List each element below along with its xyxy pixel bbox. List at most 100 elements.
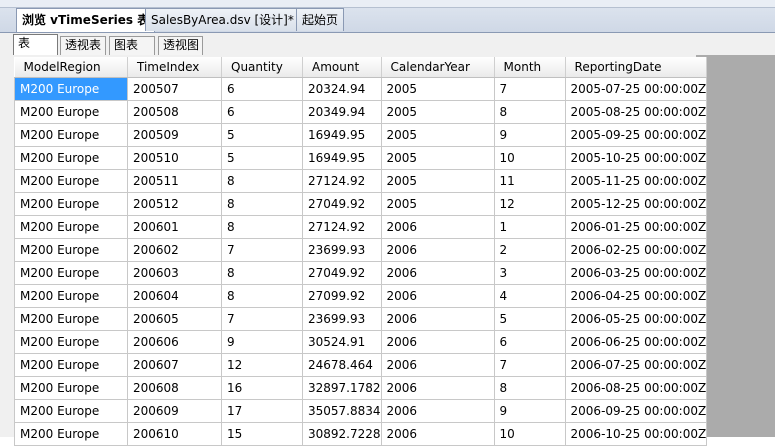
grid-cell-quantity[interactable]: 7 [221,307,303,331]
grid-cell-month[interactable]: 10 [494,146,566,170]
grid-cell-modelregion[interactable]: M200 Europe [14,353,128,377]
grid-cell-calendaryear[interactable]: 2005 [381,146,495,170]
grid-cell-month[interactable]: 9 [494,399,566,423]
grid-cell-reportingdate[interactable]: 2006-02-25 00:00:00Z [565,238,708,262]
grid-cell-calendaryear[interactable]: 2005 [381,192,495,216]
grid-cell-calendaryear[interactable]: 2006 [381,307,495,331]
tab-salesbyarea-dsv[interactable]: SalesByArea.dsv [设计]* [145,8,300,31]
grid-cell-timeindex[interactable]: 200608 [127,376,222,400]
grid-cell-modelregion[interactable]: M200 Europe [14,215,128,239]
tab-table[interactable]: 表 [13,34,58,56]
grid-cell-month[interactable]: 10 [494,422,566,446]
grid-cell-calendaryear[interactable]: 2006 [381,376,495,400]
grid-cell-quantity[interactable]: 17 [221,399,303,423]
table-row[interactable]: M200 Europe 200507 6 20324.94 2005 7 2005-07-2… [14,77,708,101]
grid-cell-timeindex[interactable]: 200607 [127,353,222,377]
table-row[interactable]: M200 Europe 200508 6 20349.94 2005 8 2005-08-2… [14,100,708,124]
grid-cell-timeindex[interactable]: 200510 [127,146,222,170]
grid-cell-amount[interactable]: 30892.7228 [302,422,382,446]
grid-cell-calendaryear[interactable]: 2006 [381,353,495,377]
grid-cell-amount[interactable]: 23699.93 [302,307,382,331]
grid-cell-month[interactable]: 4 [494,284,566,308]
grid-cell-reportingdate[interactable]: 2006-07-25 00:00:00Z [565,353,708,377]
grid-cell-amount[interactable]: 35057.8834 [302,399,382,423]
grid-cell-modelregion[interactable]: M200 Europe [14,284,128,308]
column-header-timeindex[interactable]: TimeIndex [127,57,222,78]
grid-cell-reportingdate[interactable]: 2006-08-25 00:00:00Z [565,376,708,400]
table-row[interactable]: M200 Europe 200602 7 23699.93 2006 2 2006-02-2… [14,238,708,262]
table-row[interactable]: M200 Europe 200607 12 24678.464 2006 7 2006-07… [14,353,708,377]
table-row[interactable]: M200 Europe 200512 8 27049.92 2005 12 2005-12-… [14,192,708,216]
grid-cell-quantity[interactable]: 8 [221,215,303,239]
grid-cell-timeindex[interactable]: 200509 [127,123,222,147]
grid-cell-reportingdate[interactable]: 2005-12-25 00:00:00Z [565,192,708,216]
grid-cell-month[interactable]: 8 [494,376,566,400]
tab-pivot-chart[interactable]: 透视图 [158,36,203,55]
grid-cell-quantity[interactable]: 6 [221,77,303,101]
grid-cell-calendaryear[interactable]: 2006 [381,330,495,354]
grid-cell-timeindex[interactable]: 200603 [127,261,222,285]
grid-cell-amount[interactable]: 27124.92 [302,215,382,239]
grid-cell-modelregion[interactable]: M200 Europe [14,376,128,400]
grid-cell-amount[interactable]: 23699.93 [302,238,382,262]
tab-browse-vtimeseries[interactable]: 浏览 vTimeSeries 表 [16,8,156,32]
grid-cell-quantity[interactable]: 8 [221,192,303,216]
grid-cell-calendaryear[interactable]: 2006 [381,422,495,446]
grid-cell-amount[interactable]: 20349.94 [302,100,382,124]
grid-cell-timeindex[interactable]: 200508 [127,100,222,124]
grid-cell-calendaryear[interactable]: 2006 [381,284,495,308]
grid-cell-modelregion[interactable]: M200 Europe [14,307,128,331]
grid-cell-month[interactable]: 2 [494,238,566,262]
grid-cell-reportingdate[interactable]: 2006-01-25 00:00:00Z [565,215,708,239]
grid-cell-modelregion[interactable]: M200 Europe [14,422,128,446]
grid-cell-month[interactable]: 7 [494,77,566,101]
column-header-amount[interactable]: Amount [302,57,382,78]
grid-cell-quantity[interactable]: 5 [221,123,303,147]
tab-pivot-table[interactable]: 透视表 [60,36,106,55]
grid-cell-modelregion[interactable]: M200 Europe [14,399,128,423]
grid-cell-month[interactable]: 3 [494,261,566,285]
table-row[interactable]: M200 Europe 200609 17 35057.8834 2006 9 2006-0… [14,399,708,423]
grid-cell-quantity[interactable]: 8 [221,169,303,193]
grid-cell-reportingdate[interactable]: 2006-09-25 00:00:00Z [565,399,708,423]
grid-cell-month[interactable]: 11 [494,169,566,193]
table-row[interactable]: M200 Europe 200606 9 30524.91 2006 6 2006-06-2… [14,330,708,354]
grid-cell-quantity[interactable]: 8 [221,261,303,285]
grid-cell-amount[interactable]: 27099.92 [302,284,382,308]
grid-cell-month[interactable]: 8 [494,100,566,124]
grid-cell-reportingdate[interactable]: 2006-10-25 00:00:00Z [565,422,708,446]
table-row[interactable]: M200 Europe 200601 8 27124.92 2006 1 2006-01-2… [14,215,708,239]
grid-cell-amount[interactable]: 27049.92 [302,192,382,216]
grid-cell-quantity[interactable]: 9 [221,330,303,354]
grid-cell-timeindex[interactable]: 200605 [127,307,222,331]
tab-start-page[interactable]: 起始页 [296,8,345,31]
grid-cell-reportingdate[interactable]: 2005-09-25 00:00:00Z [565,123,708,147]
table-row[interactable]: M200 Europe 200509 5 16949.95 2005 9 2005-09-2… [14,123,708,147]
grid-cell-timeindex[interactable]: 200609 [127,399,222,423]
grid-cell-quantity[interactable]: 5 [221,146,303,170]
data-grid[interactable]: ModelRegion TimeIndex Quantity Amount Calend… [14,57,708,446]
grid-cell-modelregion[interactable]: M200 Europe [14,238,128,262]
table-row[interactable]: M200 Europe 200511 8 27124.92 2005 11 2005-11-… [14,169,708,193]
grid-cell-reportingdate[interactable]: 2005-10-25 00:00:00Z [565,146,708,170]
table-row[interactable]: M200 Europe 200603 8 27049.92 2006 3 2006-03-2… [14,261,708,285]
grid-cell-timeindex[interactable]: 200511 [127,169,222,193]
grid-cell-month[interactable]: 9 [494,123,566,147]
grid-cell-modelregion[interactable]: M200 Europe [14,77,128,101]
grid-cell-modelregion[interactable]: M200 Europe [14,169,128,193]
grid-cell-modelregion[interactable]: M200 Europe [14,146,128,170]
grid-cell-calendaryear[interactable]: 2006 [381,399,495,423]
tab-chart[interactable]: 图表 [109,36,155,55]
grid-cell-calendaryear[interactable]: 2006 [381,238,495,262]
grid-cell-reportingdate[interactable]: 2005-07-25 00:00:00Z [565,77,708,101]
table-row[interactable]: M200 Europe 200608 16 32897.1782 2006 8 2006-0… [14,376,708,400]
grid-cell-reportingdate[interactable]: 2006-06-25 00:00:00Z [565,330,708,354]
grid-cell-month[interactable]: 6 [494,330,566,354]
grid-cell-month[interactable]: 12 [494,192,566,216]
grid-cell-quantity[interactable]: 16 [221,376,303,400]
grid-cell-reportingdate[interactable]: 2006-05-25 00:00:00Z [565,307,708,331]
grid-cell-reportingdate[interactable]: 2006-03-25 00:00:00Z [565,261,708,285]
grid-cell-amount[interactable]: 16949.95 [302,146,382,170]
grid-cell-amount[interactable]: 20324.94 [302,77,382,101]
grid-cell-modelregion[interactable]: M200 Europe [14,123,128,147]
